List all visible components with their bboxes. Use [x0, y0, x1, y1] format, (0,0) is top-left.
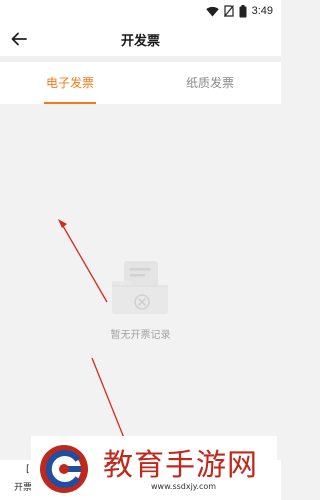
- wifi-icon: [205, 6, 219, 16]
- status-bar: 3:49: [0, 0, 281, 22]
- tab-electronic-invoice-label: 电子发票: [45, 76, 94, 90]
- bottom-action-bracket: [: [26, 464, 30, 475]
- watermark-url: www.ssdxjy.com: [151, 482, 217, 491]
- page-title: 开发票: [120, 34, 160, 49]
- empty-state-message: 暂无开票记录: [110, 330, 171, 341]
- battery-icon: [239, 4, 247, 17]
- tab-bar: 电子发票 纸质发票: [0, 62, 281, 104]
- status-time: 3:49: [251, 5, 273, 17]
- app-bar: 开发票: [0, 22, 281, 56]
- watermark-logo-icon: [40, 445, 88, 493]
- watermark-banner: 教育手游网 www.ssdxjy.com: [31, 436, 277, 500]
- bottom-action-label: 开票: [14, 483, 33, 493]
- watermark-title: 教育手游网: [103, 448, 258, 483]
- status-icons: 3:49: [205, 3, 273, 19]
- empty-invoice-folder-icon: [112, 261, 168, 314]
- sim-off-icon: [223, 5, 234, 17]
- tab-paper-invoice-label: 纸质发票: [185, 76, 234, 90]
- tab-electronic-invoice[interactable]: 电子发票: [0, 62, 140, 104]
- tab-paper-invoice[interactable]: 纸质发票: [140, 62, 280, 104]
